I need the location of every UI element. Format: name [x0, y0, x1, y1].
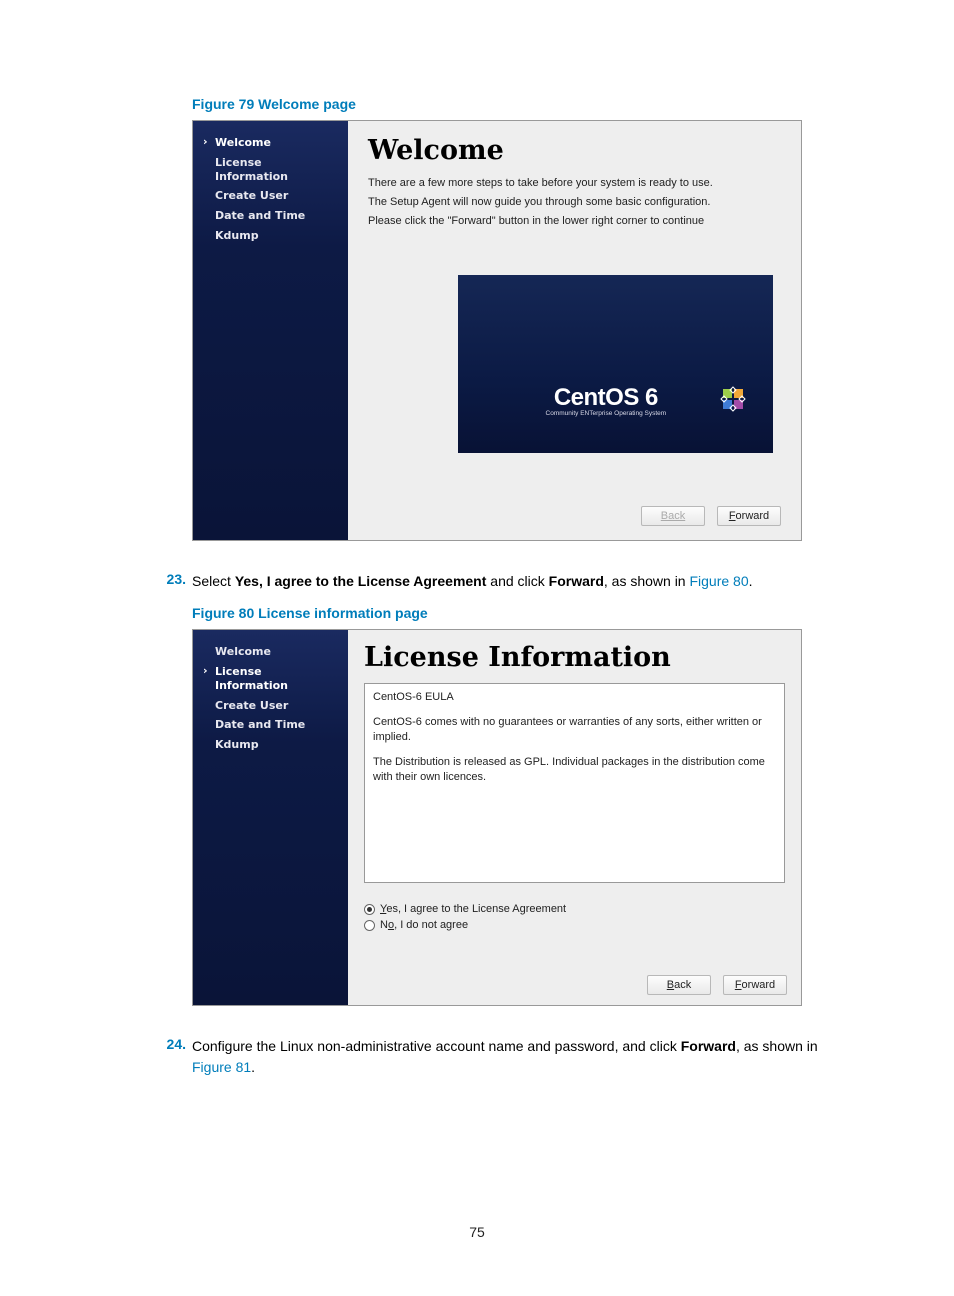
- forward-button-2[interactable]: Forward: [723, 975, 787, 995]
- setup-sidebar: Welcome License Information Create User …: [193, 121, 348, 540]
- forward-button[interactable]: Forward: [717, 506, 781, 526]
- sidebar-item-license[interactable]: License Information: [207, 153, 338, 187]
- figure-79-caption: Figure 79 Welcome page: [192, 96, 844, 112]
- sidebar-item-date-time[interactable]: Date and Time: [207, 206, 338, 226]
- radio-yes[interactable]: Yes, I agree to the License Agreement: [364, 903, 785, 915]
- step-23: 23. Select Yes, I agree to the License A…: [164, 571, 844, 591]
- sidebar-item-create-user[interactable]: Create User: [207, 186, 338, 206]
- forward-underline-2: F: [735, 979, 742, 991]
- sidebar-item-kdump[interactable]: Kdump: [207, 226, 338, 246]
- brand-tagline: Community ENTerprise Operating System: [546, 410, 667, 417]
- figure-81-link[interactable]: Figure 81: [192, 1059, 251, 1075]
- license-p2: The Distribution is released as GPL. Ind…: [373, 755, 776, 785]
- screenshot-welcome: Welcome License Information Create User …: [192, 120, 802, 541]
- license-title: CentOS-6 EULA: [373, 690, 776, 705]
- page-title: Welcome: [368, 135, 781, 166]
- intro-text-2: The Setup Agent will now guide you throu…: [368, 195, 781, 210]
- step-24: 24. Configure the Linux non-administrati…: [164, 1036, 844, 1077]
- sidebar-item-date-time-2[interactable]: Date and Time: [207, 715, 338, 735]
- sidebar-item-welcome-2[interactable]: Welcome: [207, 642, 338, 662]
- step-24-text: Configure the Linux non-administrative a…: [192, 1036, 844, 1077]
- back-rest-2: ack: [674, 979, 691, 991]
- intro-text-3: Please click the "Forward" button in the…: [368, 214, 781, 229]
- back-button[interactable]: Back: [641, 506, 705, 526]
- centos-banner: CentOS 6 Community ENTerprise Operating …: [458, 275, 773, 453]
- back-underline-2: B: [667, 979, 674, 991]
- radio-no[interactable]: No, I do not agree: [364, 919, 785, 931]
- page-title-2: License Information: [364, 642, 785, 673]
- license-radio-group: Yes, I agree to the License Agreement No…: [364, 903, 785, 931]
- figure-80-link[interactable]: Figure 80: [689, 573, 748, 589]
- step-24-number: 24.: [164, 1036, 192, 1077]
- setup-sidebar-2: Welcome License Information Create User …: [193, 630, 348, 1005]
- forward-underline: F: [729, 510, 736, 522]
- screenshot-license: Welcome License Information Create User …: [192, 629, 802, 1006]
- main-pane-2: License Information CentOS-6 EULA CentOS…: [348, 630, 801, 1005]
- sidebar-item-welcome[interactable]: Welcome: [207, 133, 338, 153]
- brand-name: CentOS 6: [554, 384, 658, 411]
- figure-80-caption: Figure 80 License information page: [192, 605, 844, 621]
- radio-no-dot: [364, 920, 375, 931]
- step-23-text: Select Yes, I agree to the License Agree…: [192, 571, 844, 591]
- page-number: 75: [0, 1224, 954, 1240]
- radio-yes-dot: [364, 904, 375, 915]
- intro-text-1: There are a few more steps to take befor…: [368, 176, 781, 191]
- step-23-number: 23.: [164, 571, 192, 591]
- license-p1: CentOS-6 comes with no guarantees or war…: [373, 715, 776, 745]
- back-button-label: Back: [661, 510, 685, 522]
- back-button-2[interactable]: Back: [647, 975, 711, 995]
- sidebar-item-create-user-2[interactable]: Create User: [207, 696, 338, 716]
- main-pane: Welcome There are a few more steps to ta…: [348, 121, 801, 540]
- sidebar-item-kdump-2[interactable]: Kdump: [207, 735, 338, 755]
- license-textbox: CentOS-6 EULA CentOS-6 comes with no gua…: [364, 683, 785, 883]
- sidebar-item-license-2[interactable]: License Information: [207, 662, 338, 696]
- forward-rest-2: orward: [742, 979, 776, 991]
- forward-rest: orward: [736, 510, 770, 522]
- centos-logo-icon: [719, 385, 747, 413]
